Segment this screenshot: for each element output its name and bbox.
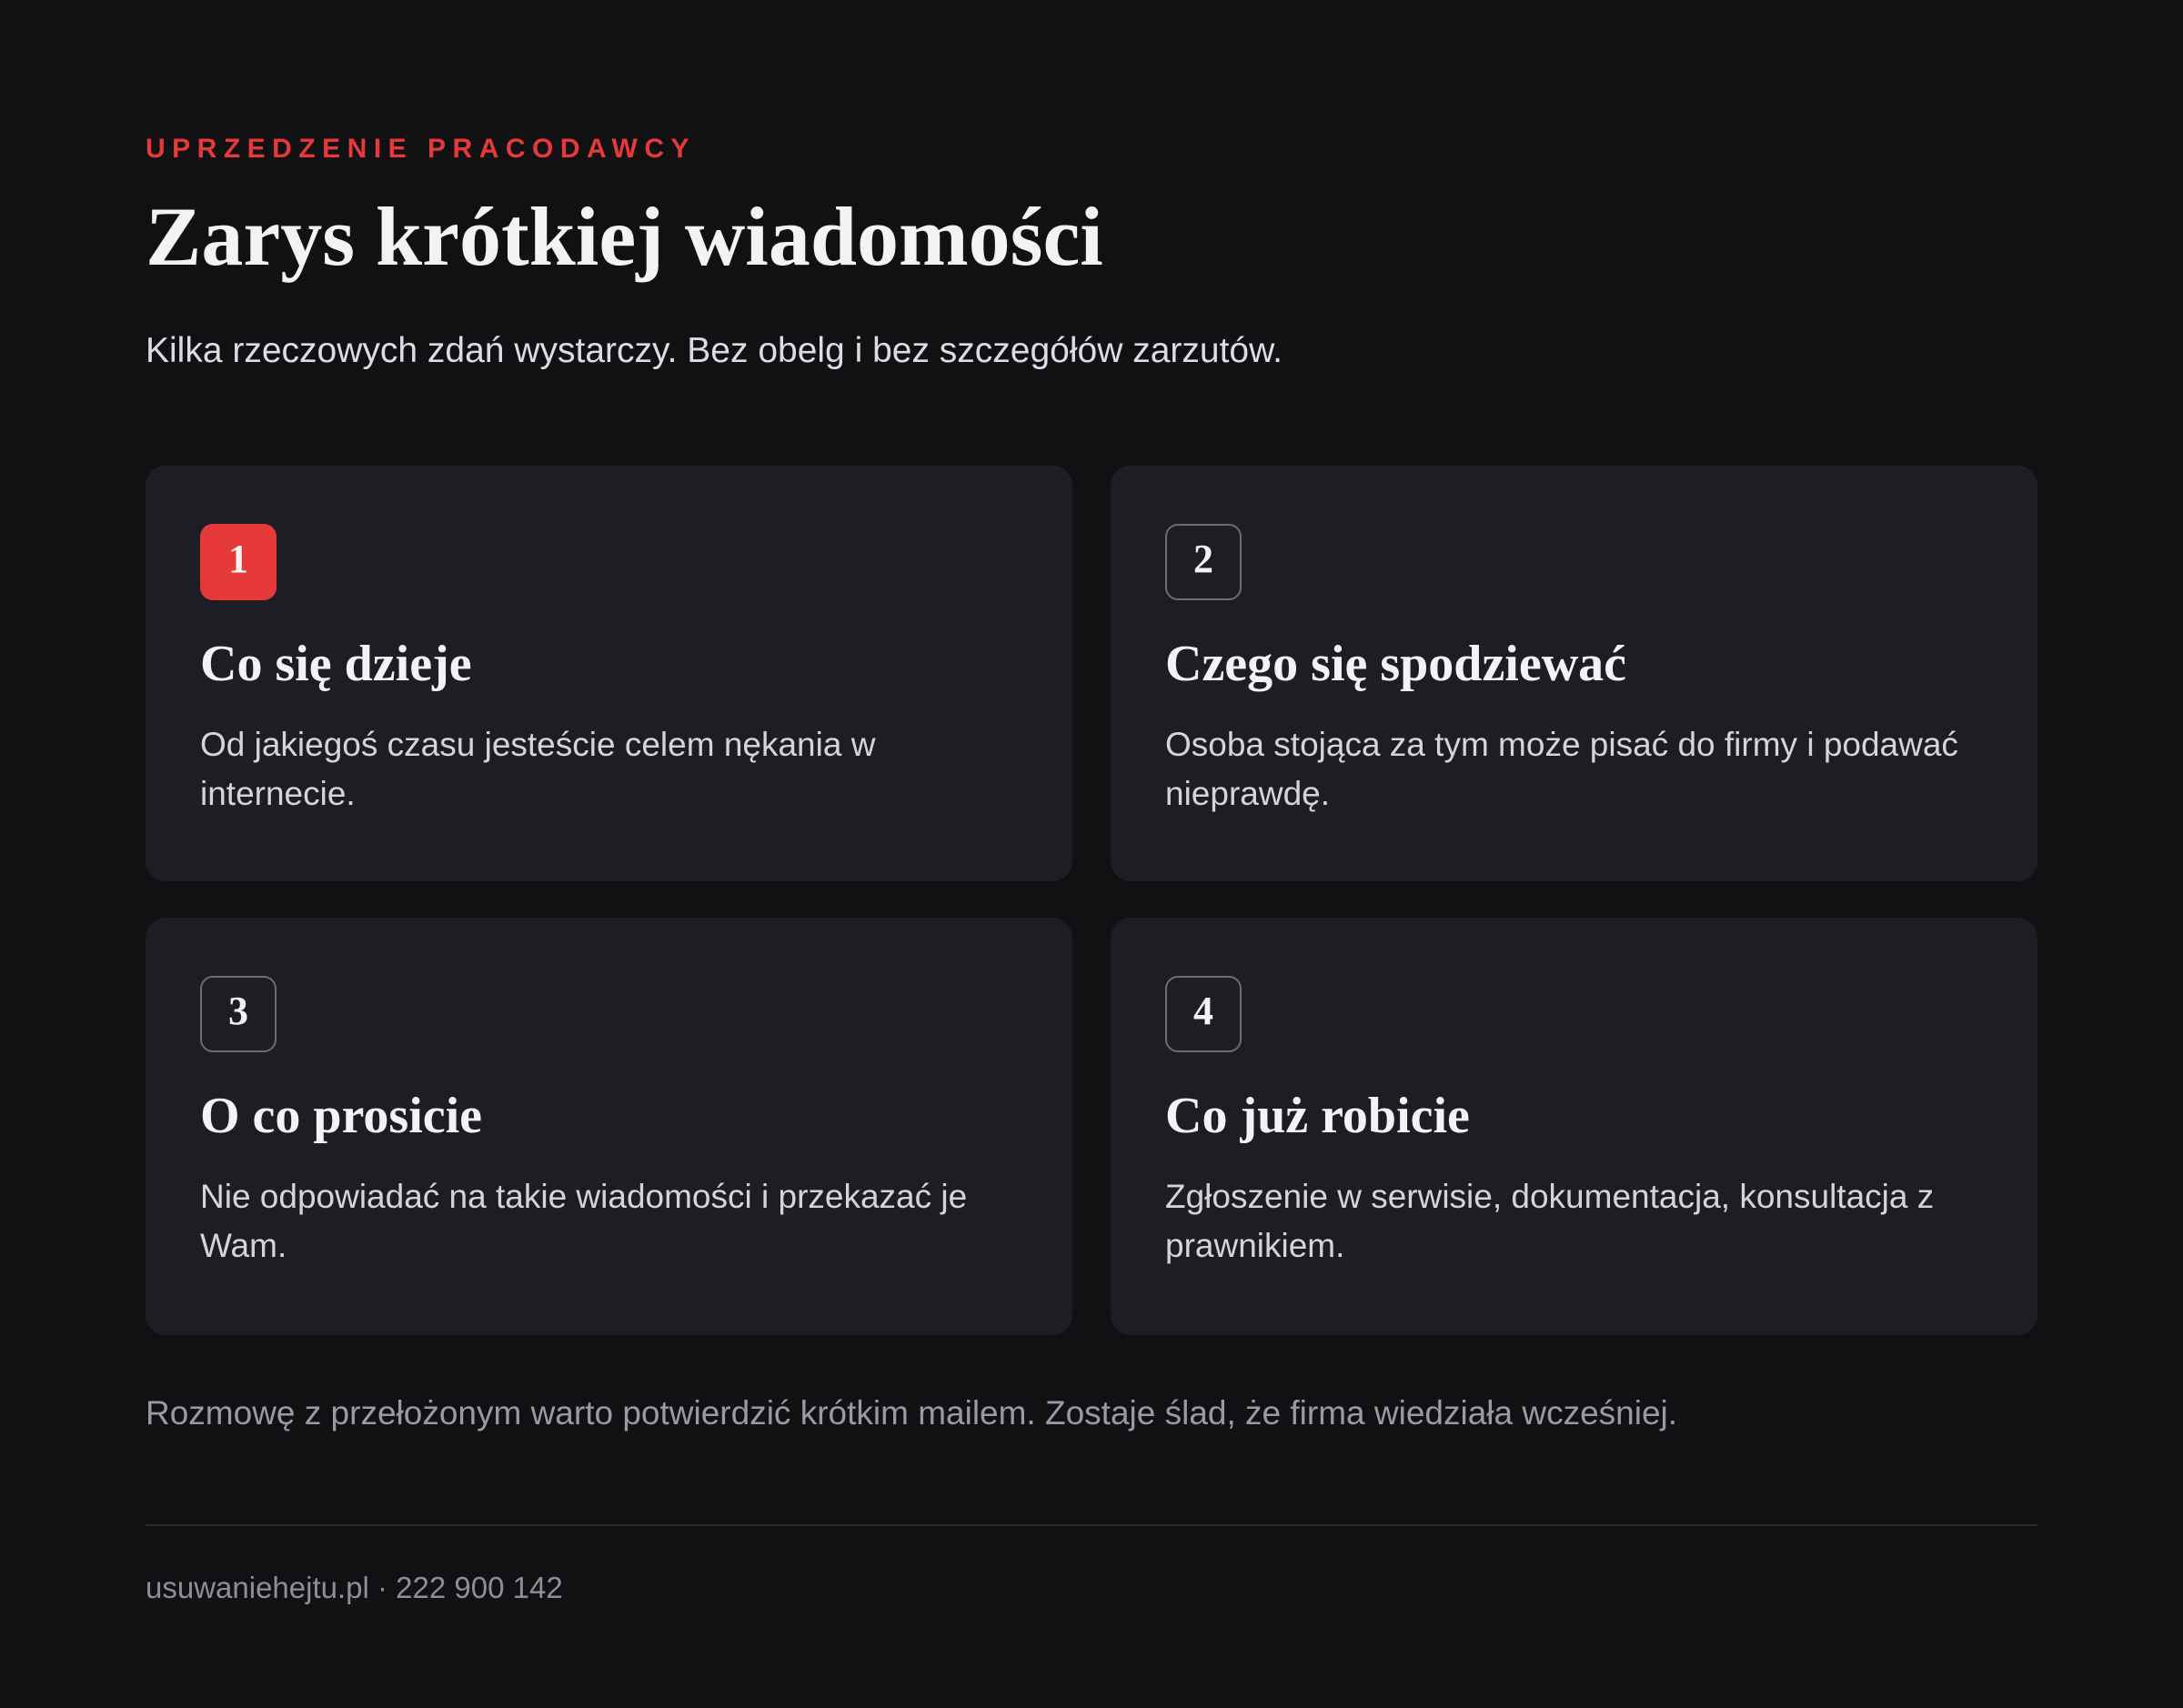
step-number-badge: 2 <box>1165 524 1242 600</box>
footer-contact: usuwaniehejtu.pl · 222 900 142 <box>146 1571 563 1604</box>
step-description: Nie odpowiadać na takie wiadomości i prz… <box>200 1178 968 1264</box>
step-title: O co prosicie <box>200 1088 483 1144</box>
eyebrow-label: UPRZEDZENIE PRACODAWCY <box>146 134 697 164</box>
divider <box>146 1524 2037 1526</box>
step-card-1: 1 Co się dzieje Od jakiegoś czasu jesteś… <box>146 466 1072 881</box>
step-number-badge: 4 <box>1165 976 1242 1052</box>
page-title: Zarys krótkiej wiadomości <box>146 190 1103 283</box>
step-number-badge: 1 <box>200 524 277 600</box>
step-title: Czego się spodziewać <box>1165 636 1627 692</box>
step-card-2: 2 Czego się spodziewać Osoba stojąca za … <box>1111 466 2037 881</box>
footnote: Rozmowę z przełożonym warto potwierdzić … <box>146 1394 1678 1432</box>
step-title: Co już robicie <box>1165 1088 1470 1144</box>
step-card-3: 3 O co prosicie Nie odpowiadać na takie … <box>146 918 1072 1335</box>
step-description: Osoba stojąca za tym może pisać do firmy… <box>1165 726 1958 812</box>
step-description: Od jakiegoś czasu jesteście celem nękani… <box>200 726 876 812</box>
step-title: Co się dzieje <box>200 636 472 692</box>
step-description: Zgłoszenie w serwisie, dokumentacja, kon… <box>1165 1178 1935 1264</box>
steps-grid: 1 Co się dzieje Od jakiegoś czasu jesteś… <box>146 466 2037 1335</box>
step-card-4: 4 Co już robicie Zgłoszenie w serwisie, … <box>1111 918 2037 1335</box>
page-subtitle: Kilka rzeczowych zdań wystarczy. Bez obe… <box>146 331 1283 370</box>
step-number-badge: 3 <box>200 976 277 1052</box>
